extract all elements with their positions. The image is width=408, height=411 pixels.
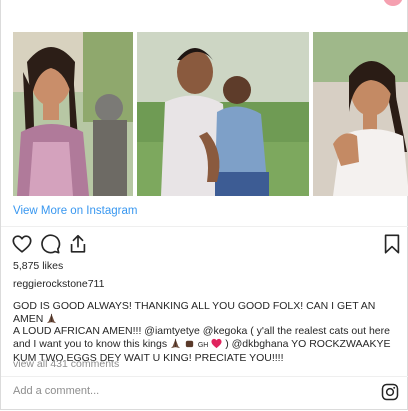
add-comment-input[interactable] (13, 385, 353, 397)
caption-line-2: A LOUD AFRICAN AMEN!!! @iamtyetye @kegok… (13, 325, 390, 337)
post-caption: GOD IS GOOD ALWAYS! THANKING ALL YOU GOO… (13, 300, 401, 365)
add-comment-row (1, 376, 408, 410)
divider (1, 226, 408, 227)
caption-line-3: and I want you to know this kings (13, 337, 168, 350)
instagram-embed-card: View More on Instagram 5,875 likes reggi… (0, 0, 408, 410)
bookmark-icon[interactable] (381, 233, 403, 255)
fist-emoji-icon (185, 340, 194, 347)
praying-hands-emoji-icon (170, 338, 181, 348)
view-all-comments-link[interactable]: view all 431 comments (13, 358, 119, 370)
photo-woman-with-child (137, 32, 309, 196)
red-heart-emoji-icon (211, 338, 222, 348)
instagram-icon[interactable] (381, 383, 399, 401)
photo-woman-with-statue (13, 32, 133, 196)
view-more-on-instagram-link[interactable]: View More on Instagram (13, 205, 137, 217)
post-action-bar (11, 233, 403, 255)
comment-icon[interactable] (39, 233, 61, 255)
caption-line-3-end: ) @dkbghana YO ROCKZWAAKYE (225, 337, 391, 350)
praying-hands-emoji-icon (47, 313, 57, 323)
heart-icon[interactable] (11, 233, 33, 255)
post-image-collage[interactable] (13, 32, 408, 196)
photo-woman-closeup (313, 32, 408, 196)
share-icon[interactable] (67, 233, 89, 255)
profile-avatar-partial[interactable] (383, 0, 403, 6)
likes-count[interactable]: 5,875 likes (13, 260, 63, 272)
post-username[interactable]: reggierockstone711 (13, 278, 104, 290)
ghana-flag-label: GH (197, 341, 209, 349)
caption-line-1: GOD IS GOOD ALWAYS! THANKING ALL YOU GOO… (13, 300, 376, 325)
